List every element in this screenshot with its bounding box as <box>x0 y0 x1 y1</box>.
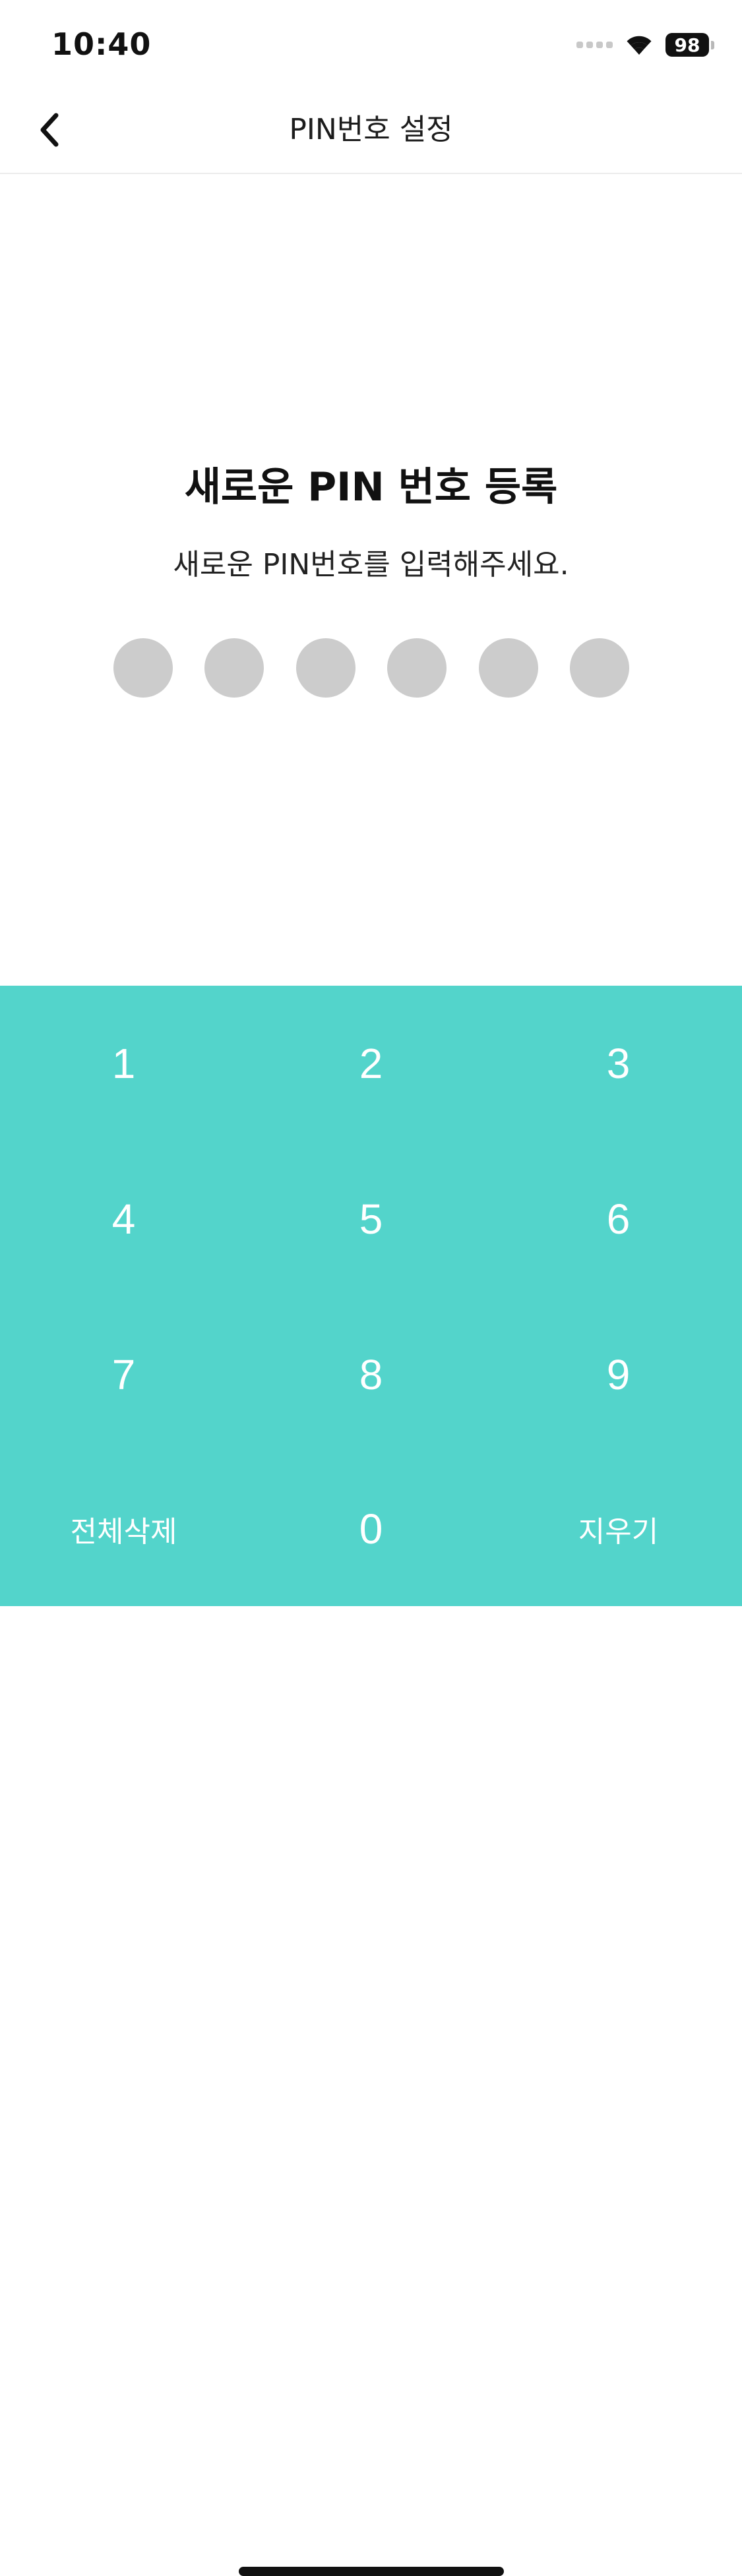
clear-all-button[interactable]: 전체삭제 <box>0 1451 247 1607</box>
keypad-key-4[interactable]: 4 <box>0 1141 247 1297</box>
pin-dot <box>204 638 264 698</box>
pin-dot <box>387 638 447 698</box>
keypad-key-3[interactable]: 3 <box>495 986 742 1141</box>
status-bar: 10:40 98 <box>0 0 742 87</box>
cellular-signal-icon <box>576 42 613 48</box>
keypad-key-7[interactable]: 7 <box>0 1297 247 1453</box>
keypad-key-2[interactable]: 2 <box>247 986 495 1141</box>
keypad: 1 2 3 4 5 6 7 8 9 전체삭제 0 지우기 <box>0 986 742 2576</box>
keypad-key-1[interactable]: 1 <box>0 986 247 1141</box>
wifi-icon <box>625 34 654 56</box>
pin-dot <box>295 638 356 698</box>
status-time: 10:40 <box>51 26 152 62</box>
pin-dot <box>569 638 629 698</box>
back-button[interactable] <box>26 107 73 153</box>
instruction-text: 새로운 PIN번호를 입력해주세요. <box>173 548 569 582</box>
page-title: PIN번호 설정 <box>289 113 453 146</box>
keypad-key-6[interactable]: 6 <box>495 1141 742 1297</box>
headline: 새로운 PIN 번호 등록 <box>184 464 558 510</box>
keypad-key-9[interactable]: 9 <box>495 1297 742 1453</box>
keypad-key-5[interactable]: 5 <box>247 1141 495 1297</box>
pin-dot <box>113 638 173 698</box>
keypad-key-8[interactable]: 8 <box>247 1297 495 1453</box>
battery-level: 98 <box>665 33 709 57</box>
delete-button[interactable]: 지우기 <box>495 1451 742 1607</box>
nav-bar: PIN번호 설정 <box>0 87 742 174</box>
keypad-key-0[interactable]: 0 <box>247 1451 495 1607</box>
chevron-left-icon <box>40 113 59 147</box>
pin-dot <box>478 638 538 698</box>
pin-indicator <box>113 638 629 698</box>
battery-icon: 98 <box>665 33 714 57</box>
status-icons: 98 <box>576 30 714 59</box>
home-indicator[interactable] <box>239 2567 504 2576</box>
